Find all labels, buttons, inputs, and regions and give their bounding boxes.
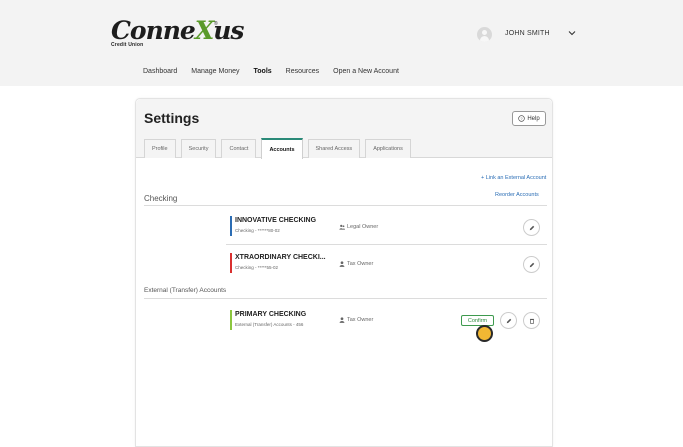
divider xyxy=(226,244,547,245)
pencil-icon xyxy=(529,225,534,230)
owner-label: Legal Owner xyxy=(339,224,378,230)
user-avatar-icon[interactable] xyxy=(477,27,492,42)
logo-subtitle: Credit Union xyxy=(111,42,144,48)
svg-text:?: ? xyxy=(521,116,524,121)
chevron-down-icon[interactable] xyxy=(568,29,576,37)
logo-wordmark: ConneXus xyxy=(111,16,245,45)
nav-manage-money[interactable]: Manage Money xyxy=(191,68,239,75)
confirm-button[interactable]: Confirm xyxy=(461,315,494,326)
help-icon: ? xyxy=(518,115,526,122)
tab-security[interactable]: Security xyxy=(180,139,217,158)
edit-button[interactable] xyxy=(500,312,517,329)
group-icon xyxy=(339,224,345,230)
nav-tools[interactable]: Tools xyxy=(254,68,272,75)
page-title: Settings xyxy=(144,110,200,126)
pencil-icon xyxy=(506,318,511,323)
person-icon xyxy=(339,317,345,323)
logo-registered-mark: ® xyxy=(214,21,218,27)
owner-label: Tax Owner xyxy=(339,261,373,267)
pencil-icon xyxy=(529,262,534,267)
account-number: External (Transfer) Accounts - 456 xyxy=(235,322,304,327)
account-name: XTRAORDINARY CHECKI... xyxy=(235,254,326,261)
main-nav: Dashboard Manage Money Tools Resources O… xyxy=(143,68,413,75)
owner-text: Legal Owner xyxy=(347,224,379,230)
site-header: ConneXus ® Credit Union JOHN SMITH Dashb… xyxy=(0,0,683,96)
reorder-accounts-link[interactable]: Reorder Accounts xyxy=(495,192,539,198)
tab-shared-access[interactable]: Shared Access xyxy=(307,139,361,158)
account-color-bar xyxy=(230,216,232,236)
account-name: PRIMARY CHECKING xyxy=(235,311,307,318)
divider xyxy=(144,298,547,299)
tab-accounts[interactable]: Accounts xyxy=(261,138,303,159)
divider xyxy=(144,205,547,206)
nav-open-account[interactable]: Open a New Account xyxy=(333,68,399,75)
delete-button[interactable] xyxy=(523,312,540,329)
account-name: INNOVATIVE CHECKING xyxy=(235,217,317,224)
account-color-bar xyxy=(230,253,232,273)
cursor-indicator xyxy=(476,325,493,342)
section-external-label: External (Transfer) Accounts xyxy=(144,287,227,294)
account-color-bar xyxy=(230,310,232,330)
settings-card: Settings ? Help Profile Security Contact… xyxy=(135,98,553,447)
owner-text: Tax Owner xyxy=(347,317,374,323)
owner-text: Tax Owner xyxy=(347,261,374,267)
tab-applications[interactable]: Applications xyxy=(365,139,411,158)
settings-tabs: Profile Security Contact Accounts Shared… xyxy=(144,138,416,159)
nav-dashboard[interactable]: Dashboard xyxy=(143,68,177,75)
trash-icon xyxy=(529,318,534,324)
nav-resources[interactable]: Resources xyxy=(286,68,319,75)
tab-contact[interactable]: Contact xyxy=(221,139,257,158)
link-external-account[interactable]: + Link an External Account xyxy=(481,175,546,181)
owner-label: Tax Owner xyxy=(339,317,373,323)
account-number: Checking - *****55-02 xyxy=(235,265,279,270)
edit-button[interactable] xyxy=(523,256,540,273)
connexus-logo[interactable]: ConneXus ® Credit Union xyxy=(111,18,245,50)
account-number: Checking - ******80-02 xyxy=(235,228,280,233)
help-label: Help xyxy=(527,115,540,122)
person-icon xyxy=(339,261,345,267)
tab-profile[interactable]: Profile xyxy=(144,139,176,158)
section-checking-label: Checking xyxy=(144,194,178,203)
username[interactable]: JOHN SMITH xyxy=(505,30,550,37)
help-button[interactable]: ? Help xyxy=(512,111,546,126)
edit-button[interactable] xyxy=(523,219,540,236)
